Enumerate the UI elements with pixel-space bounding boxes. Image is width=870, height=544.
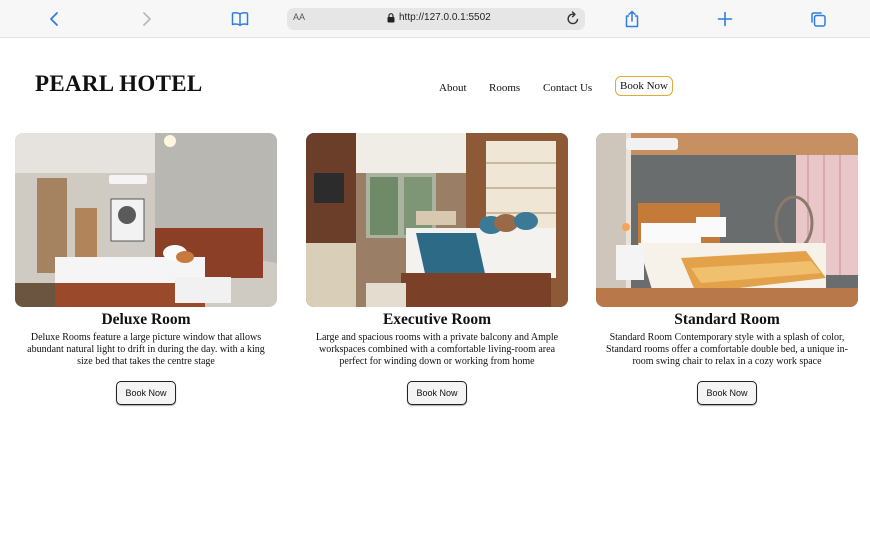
room-description: Deluxe Rooms feature a large picture win… xyxy=(27,332,265,368)
room-title: Standard Room xyxy=(674,311,780,328)
nav-about-link[interactable]: About xyxy=(439,82,467,94)
room-title: Deluxe Room xyxy=(101,311,191,328)
reload-icon xyxy=(567,11,579,25)
deluxe-room-photo xyxy=(15,133,277,307)
chevron-left-icon xyxy=(50,12,58,26)
executive-book-now-button[interactable]: Book Now xyxy=(407,380,467,405)
brand-logo[interactable]: PEARL HOTEL xyxy=(35,71,203,97)
url-text: http://127.0.0.1:5502 xyxy=(399,12,491,23)
room-card-standard: Standard Room Standard Room Contemporary… xyxy=(596,133,858,405)
text-size-button[interactable]: AA xyxy=(293,12,305,22)
nav-contact-link[interactable]: Contact Us xyxy=(543,82,592,94)
nav-book-now-button[interactable]: Book Now xyxy=(615,76,673,96)
lock-icon xyxy=(387,12,395,22)
deluxe-book-now-button[interactable]: Book Now xyxy=(116,380,176,405)
tabs-button[interactable] xyxy=(804,6,832,32)
room-description: Large and spacious rooms with a private … xyxy=(315,332,559,368)
nav-rooms-link[interactable]: Rooms xyxy=(489,82,520,94)
new-tab-button[interactable] xyxy=(711,6,739,32)
browser-toolbar: AA http://127.0.0.1:5502 xyxy=(0,0,870,38)
chevron-right-icon xyxy=(143,12,151,26)
executive-room-photo xyxy=(306,133,568,307)
room-card-executive: Executive Room Large and spacious rooms … xyxy=(306,133,568,405)
share-button[interactable] xyxy=(618,6,646,32)
bookmarks-button[interactable] xyxy=(226,6,254,32)
standard-room-photo xyxy=(596,133,858,307)
plus-icon xyxy=(717,11,733,27)
room-card-deluxe: Deluxe Room Deluxe Rooms feature a large… xyxy=(15,133,277,405)
room-description: Standard Room Contemporary style with a … xyxy=(606,332,848,368)
room-title: Executive Room xyxy=(382,311,492,328)
book-icon xyxy=(231,12,249,27)
address-bar[interactable]: AA http://127.0.0.1:5502 xyxy=(287,8,585,30)
reload-button[interactable] xyxy=(566,11,580,31)
tabs-icon xyxy=(810,11,826,27)
share-icon xyxy=(625,10,639,28)
back-button[interactable] xyxy=(40,6,68,32)
forward-button[interactable] xyxy=(133,6,161,32)
standard-book-now-button[interactable]: Book Now xyxy=(697,380,757,405)
